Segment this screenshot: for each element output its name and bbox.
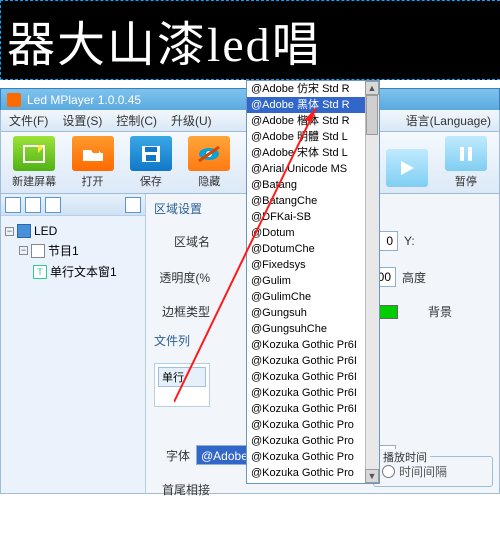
font-option[interactable]: @GungsuhChe	[247, 321, 379, 337]
font-option[interactable]: @Kozuka Gothic Pro	[247, 449, 379, 465]
height-label: 高度	[402, 269, 426, 286]
font-option[interactable]: @Kozuka Gothic Pr6I	[247, 337, 379, 353]
play-time-legend: 播放时间	[380, 449, 430, 465]
zone-name-label: 区域名	[154, 233, 210, 250]
font-option[interactable]: @Gungsuh	[247, 305, 379, 321]
led-preview: 器大山漆led唱	[0, 0, 500, 80]
pause-button[interactable]: 暂停	[439, 136, 493, 189]
sidebar-toolbar	[1, 194, 145, 216]
font-option[interactable]: @Dotum	[247, 225, 379, 241]
tree-program[interactable]: − 节目1	[5, 240, 141, 261]
menu-file[interactable]: 文件(F)	[9, 112, 48, 129]
scroll-down-icon[interactable]: ▼	[365, 469, 379, 483]
font-option[interactable]: @Kozuka Gothic Pro	[247, 433, 379, 449]
font-option[interactable]: @Adobe 黑体 Std R	[247, 97, 379, 113]
font-option[interactable]: @Adobe 仿宋 Std R	[247, 81, 379, 97]
font-option[interactable]: @DFKai-SB	[247, 209, 379, 225]
scroll-up-icon[interactable]: ▲	[365, 81, 379, 95]
font-option[interactable]: @Kozuka Gothic Pr6I	[247, 385, 379, 401]
font-option[interactable]: @Kozuka Gothic Pr6I	[247, 369, 379, 385]
layout4-icon[interactable]	[125, 197, 141, 213]
layout1-icon[interactable]	[5, 197, 21, 213]
file-item[interactable]: 单行	[158, 367, 206, 387]
dropdown-scrollbar[interactable]: ▲ ▼	[365, 81, 379, 483]
play-button[interactable]	[380, 136, 434, 189]
collapse-icon[interactable]: −	[5, 227, 14, 236]
tree-textwindow[interactable]: T 单行文本窗1	[5, 261, 141, 282]
font-option[interactable]: @Fixedsys	[247, 257, 379, 273]
font-option[interactable]: @Gulim	[247, 273, 379, 289]
scroll-thumb[interactable]	[366, 95, 378, 135]
border-label: 边框类型	[154, 303, 210, 320]
sidebar: − LED − 节目1 T 单行文本窗1	[1, 194, 146, 493]
layout3-icon[interactable]	[45, 197, 61, 213]
font-option[interactable]: @Kozuka Gothic Pro	[247, 465, 379, 481]
save-button[interactable]: 保存	[124, 136, 178, 189]
tree-root[interactable]: − LED	[5, 222, 141, 240]
font-option[interactable]: @Adobe 明體 Std L	[247, 129, 379, 145]
menu-language[interactable]: 语言(Language)	[406, 112, 491, 129]
font-option[interactable]: @Arial Unicode MS	[247, 161, 379, 177]
layout2-icon[interactable]	[25, 197, 41, 213]
new-screen-button[interactable]: 新建屏幕	[7, 136, 61, 189]
font-option[interactable]: @Kozuka Gothic Pr6I	[247, 353, 379, 369]
font-option[interactable]: @Kozuka Gothic Pr6I	[247, 401, 379, 417]
file-list[interactable]: 单行	[154, 363, 210, 407]
y-label: Y:	[404, 234, 415, 248]
font-option[interactable]: @Kozuka Gothic Pro	[247, 481, 379, 484]
text-window-icon: T	[33, 265, 47, 279]
menu-upgrade[interactable]: 升级(U)	[171, 112, 212, 129]
bg-label: 背景	[428, 303, 452, 320]
font-option[interactable]: @BatangChe	[247, 193, 379, 209]
font-dropdown[interactable]: @Adobe 仿宋 Std R@Adobe 黑体 Std R@Adobe 楷体 …	[246, 80, 380, 484]
app-logo-icon	[7, 93, 21, 107]
font-option[interactable]: @Adobe 楷体 Std R	[247, 113, 379, 129]
font-option[interactable]: @Batang	[247, 177, 379, 193]
tree-view[interactable]: − LED − 节目1 T 单行文本窗1	[1, 216, 145, 493]
play-time-group: 播放时间 时间间隔	[373, 456, 493, 487]
window-title: Led MPlayer 1.0.0.45	[27, 93, 141, 107]
opacity-label: 透明度(%	[154, 269, 210, 286]
program-icon	[31, 244, 45, 258]
collapse-icon[interactable]: −	[19, 246, 28, 255]
led-icon	[17, 224, 31, 238]
hide-button[interactable]: 隐藏	[182, 136, 236, 189]
top-opt-label: 首尾相接	[154, 481, 210, 498]
preview-text: 器大山漆led唱	[7, 5, 322, 75]
menu-control[interactable]: 控制(C)	[116, 112, 157, 129]
time-interval-radio[interactable]: 时间间隔	[382, 463, 484, 480]
font-option[interactable]: @Adobe 宋体 Std L	[247, 145, 379, 161]
font-option[interactable]: @DotumChe	[247, 241, 379, 257]
menu-settings[interactable]: 设置(S)	[62, 112, 102, 129]
font-label: 字体	[154, 447, 190, 464]
open-button[interactable]: 打开	[65, 136, 119, 189]
font-option[interactable]: @GulimChe	[247, 289, 379, 305]
font-option[interactable]: @Kozuka Gothic Pro	[247, 417, 379, 433]
